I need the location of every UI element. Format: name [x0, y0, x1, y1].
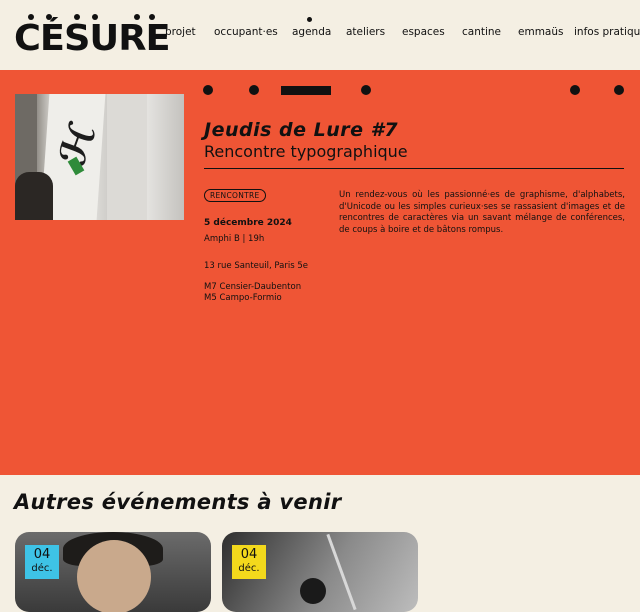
event-title: Jeudis de Lure #7	[204, 119, 399, 141]
active-nav-indicator	[307, 17, 312, 22]
event-room-time: Amphi B | 19h	[204, 234, 265, 244]
decorative-dot	[249, 85, 259, 95]
divider	[204, 168, 624, 169]
badge-day: 04	[240, 547, 258, 562]
decorative-bar	[281, 86, 331, 95]
decorative-dot	[361, 85, 371, 95]
badge-month: déc.	[238, 563, 260, 574]
nav-projet[interactable]: projet	[165, 26, 196, 38]
nav-emmaus[interactable]: emmaüs	[518, 26, 563, 38]
main-nav: projet occupant·es agenda ateliers espac…	[0, 26, 640, 44]
badge-month: déc.	[31, 563, 53, 574]
decorative-dot	[203, 85, 213, 95]
event-card[interactable]: 04 déc.	[15, 532, 211, 612]
event-transport-line: M7 Censier-Daubenton	[204, 282, 302, 292]
nav-infos-pratiques[interactable]: infos pratiques	[574, 26, 640, 38]
nav-ateliers[interactable]: ateliers	[346, 26, 385, 38]
event-card[interactable]: 04 déc.	[222, 532, 418, 612]
date-badge: 04 déc.	[232, 545, 266, 579]
event-address: 13 rue Santeuil, Paris 5e	[204, 261, 308, 271]
event-card-image	[326, 533, 357, 611]
upcoming-events-heading: Autres événements à venir	[14, 490, 342, 514]
event-category-tag: RENCONTRE	[204, 189, 266, 202]
event-date: 5 décembre 2024	[204, 218, 292, 228]
event-transport-line: M5 Campo-Formio	[204, 293, 282, 303]
event-photo: ℋ	[15, 94, 184, 220]
nav-agenda[interactable]: agenda	[292, 26, 331, 38]
event-card-image	[77, 540, 151, 612]
nav-espaces[interactable]: espaces	[402, 26, 445, 38]
event-card-figure	[300, 578, 326, 604]
nav-occupantes[interactable]: occupant·es	[214, 26, 278, 38]
date-badge: 04 déc.	[25, 545, 59, 579]
nav-cantine[interactable]: cantine	[462, 26, 501, 38]
event-description: Un rendez-vous où les passionné·es de gr…	[339, 190, 625, 235]
badge-day: 04	[33, 547, 51, 562]
event-subtitle: Rencontre typographique	[204, 142, 408, 161]
decorative-dot	[614, 85, 624, 95]
site-header: CÉSURE projet occupant·es agenda atelier…	[0, 0, 640, 70]
decorative-dot	[570, 85, 580, 95]
event-hero: ℋ Jeudis de Lure #7 Rencontre typographi…	[0, 70, 640, 475]
